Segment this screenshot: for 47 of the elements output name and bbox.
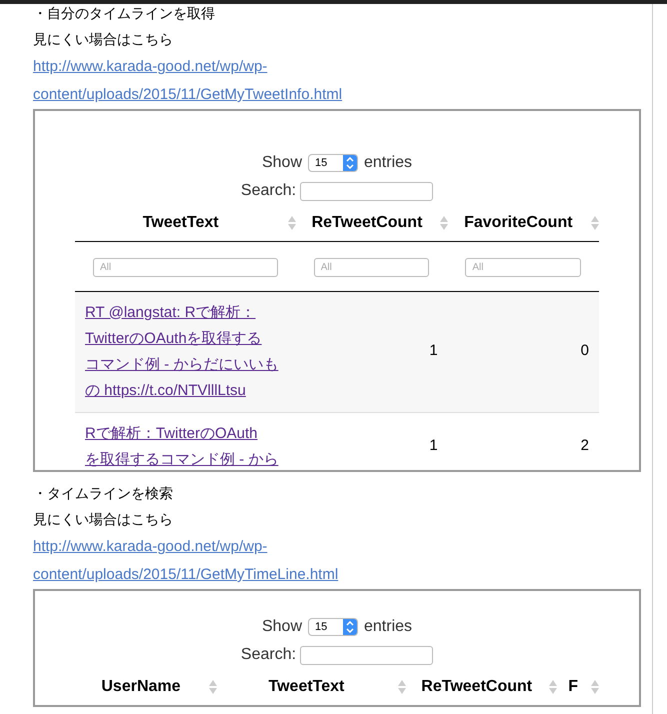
- table-cell-text: 0: [580, 341, 590, 362]
- page-link[interactable]: content/uploads/2015/11/GetMyTimeLine.html: [33, 561, 652, 589]
- section-heading: ・自分のタイムラインを取得: [33, 5, 216, 24]
- page-size-select[interactable]: 15: [308, 154, 358, 172]
- show-label: Show: [262, 617, 302, 637]
- search-field[interactable]: [300, 646, 434, 664]
- column-header[interactable]: TweetText: [216, 669, 406, 705]
- chevron-icon: [343, 619, 357, 635]
- sort-icon: [208, 680, 217, 694]
- filter-field[interactable]: All: [93, 258, 278, 277]
- search-label: Search:: [240, 645, 296, 665]
- tweet-link[interactable]: コマンド例 - からだにいいも: [85, 352, 287, 378]
- column-header[interactable]: TweetText: [75, 205, 296, 241]
- page-link[interactable]: http://www.karada-good.net/wp/wp-: [33, 533, 652, 561]
- table-cell-text: 2: [580, 436, 590, 456]
- entries-label: entries: [364, 617, 412, 637]
- tweet-link[interactable]: RT @langstat: Rで解析：: [85, 300, 287, 326]
- filter-field[interactable]: All: [465, 258, 581, 277]
- chevron-icon: [343, 155, 357, 171]
- sort-icon: [549, 680, 558, 694]
- sort-icon: [591, 680, 599, 694]
- search-field[interactable]: [300, 182, 434, 200]
- note-text: 見にくい場合はこちら: [33, 511, 174, 530]
- table-cell-text: 1: [429, 341, 438, 362]
- tweet-link[interactable]: TwitterのOAuthを取得する: [85, 326, 287, 352]
- tweet-link[interactable]: の https://t.co/NTVlllLtsu: [85, 378, 287, 404]
- column-header[interactable]: FavoriteCount: [448, 205, 599, 241]
- sort-icon: [288, 216, 296, 230]
- search-label: Search:: [240, 181, 296, 201]
- filter-field[interactable]: All: [314, 258, 430, 277]
- note-text: 見にくい場合はこちら: [33, 31, 174, 50]
- sort-icon: [440, 216, 448, 230]
- table-cell-text: 1: [429, 436, 438, 456]
- page-link[interactable]: content/uploads/2015/11/GetMyTweetInfo.html: [33, 81, 652, 109]
- sort-icon: [590, 216, 599, 230]
- sort-icon: [398, 680, 406, 694]
- entries-label: entries: [364, 153, 412, 173]
- page-size-select[interactable]: 15: [308, 618, 358, 636]
- page-link[interactable]: http://www.karada-good.net/wp/wp-: [33, 53, 652, 81]
- show-label: Show: [262, 153, 302, 173]
- column-header[interactable]: UserName: [75, 669, 217, 705]
- section-heading: ・タイムラインを検索: [33, 485, 174, 504]
- column-header[interactable]: F: [557, 669, 599, 705]
- tweet-link[interactable]: Rで解析：TwitterのOAuth: [85, 420, 287, 446]
- tweet-link[interactable]: を取得するコマンド例 - から: [85, 446, 287, 470]
- column-header[interactable]: ReTweetCount: [406, 669, 558, 705]
- column-header[interactable]: ReTweetCount: [296, 205, 448, 241]
